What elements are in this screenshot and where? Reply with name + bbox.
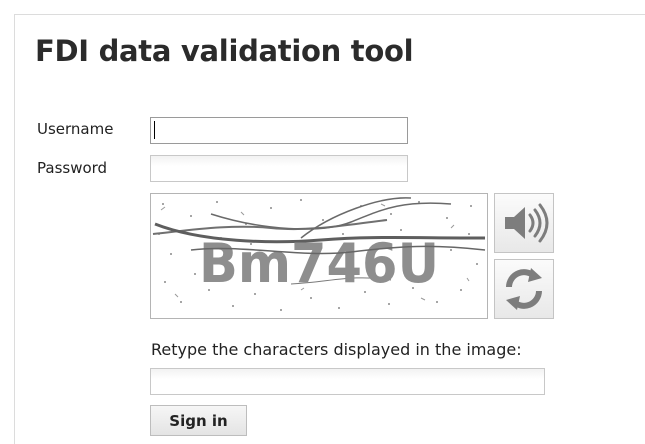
page-title: FDI data validation tool bbox=[35, 34, 414, 68]
captcha-response-input[interactable] bbox=[150, 368, 545, 395]
panel-border-top bbox=[14, 14, 645, 15]
captcha-retype-label: Retype the characters displayed in the i… bbox=[151, 340, 522, 359]
captcha-graphic: Bm746U bbox=[152, 197, 486, 311]
refresh-icon bbox=[506, 268, 542, 310]
captcha-audio-button[interactable] bbox=[494, 193, 554, 253]
password-label: Password bbox=[37, 159, 108, 177]
password-input[interactable] bbox=[150, 155, 408, 182]
username-input[interactable] bbox=[150, 117, 408, 144]
sign-in-button[interactable]: Sign in bbox=[150, 405, 247, 436]
speaker-icon bbox=[505, 203, 549, 243]
panel-border-left bbox=[14, 14, 15, 444]
text-caret bbox=[154, 121, 155, 139]
login-page: FDI data validation tool Username Passwo… bbox=[0, 0, 645, 444]
captcha-refresh-button[interactable] bbox=[494, 259, 554, 319]
captcha-image: Bm746U bbox=[150, 193, 488, 319]
captcha-text: Bm746U bbox=[199, 232, 439, 295]
username-label: Username bbox=[37, 120, 114, 138]
